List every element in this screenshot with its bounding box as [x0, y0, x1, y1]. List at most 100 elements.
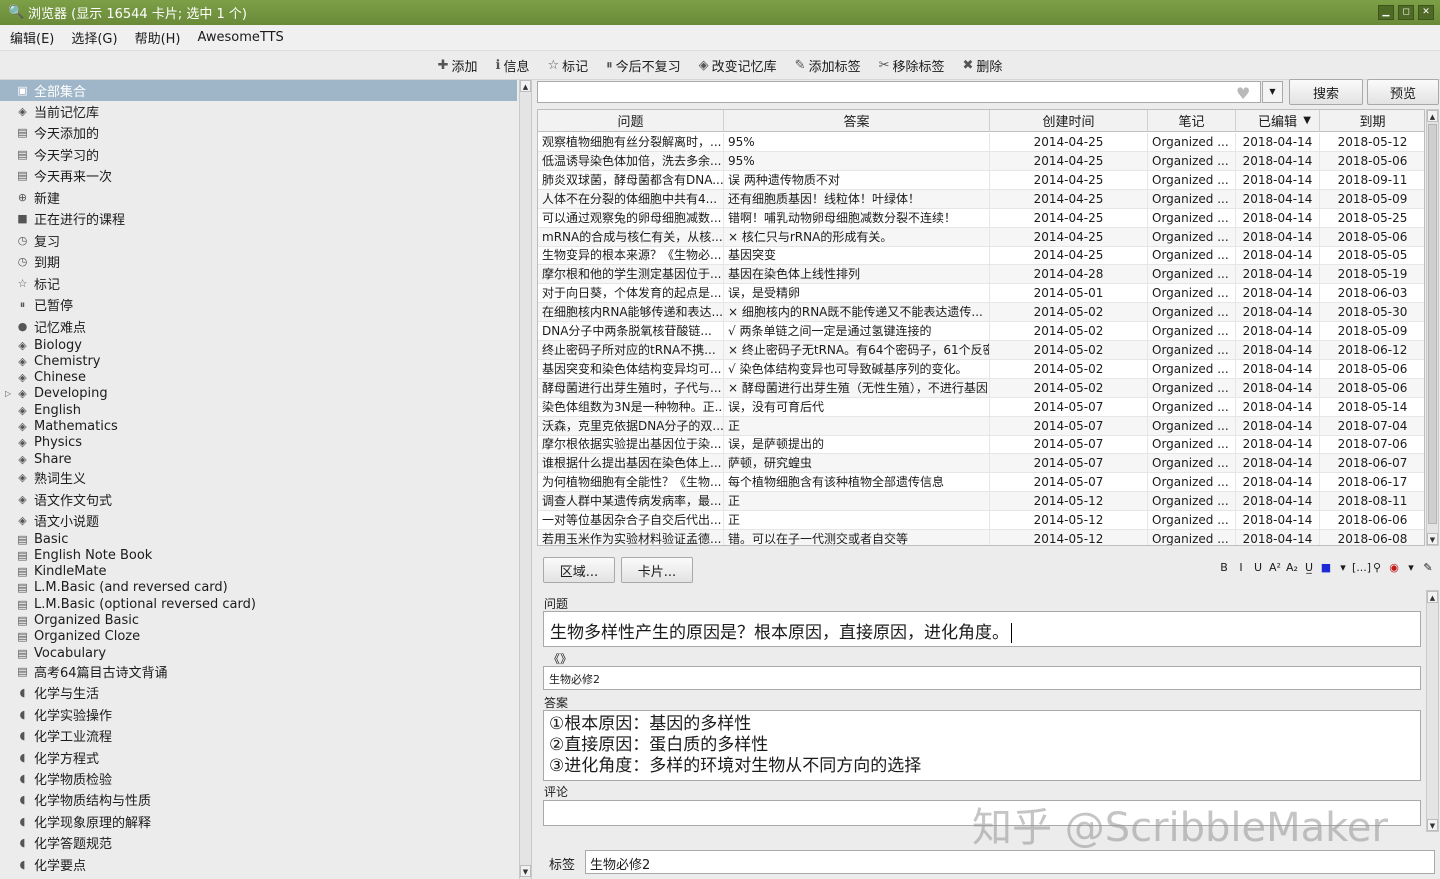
- sidebar-item[interactable]: ▷ ◈ Developing: [0, 386, 517, 402]
- subscript-icon[interactable]: A₂: [1284, 561, 1300, 574]
- attach-icon[interactable]: ⚲: [1369, 561, 1385, 574]
- menu-help[interactable]: 帮助(H): [135, 28, 181, 47]
- sidebar-item[interactable]: ▤ Organized Basic: [0, 613, 517, 629]
- column-header[interactable]: 笔记: [1148, 110, 1236, 132]
- table-row[interactable]: DNA分子中两条脱氧核苷酸链... √ 两条单链之间一定是通过氢键连接的 2014-…: [538, 322, 1424, 341]
- table-row[interactable]: 可以通过观察兔的卵母细胞减数... 错啊！哺乳动物卵母细胞减数分裂不连续！ 2014…: [538, 208, 1424, 228]
- table-row[interactable]: 观察植物细胞有丝分裂解离时，... 95% 2014-04-25 Organized …: [538, 133, 1424, 152]
- cloze-icon[interactable]: [...]: [1352, 561, 1371, 574]
- table-row[interactable]: 在细胞核内RNA能够传递和表达... × 细胞核内的RNA既不能传递又不能表达遗传…: [538, 303, 1424, 323]
- sidebar-item[interactable]: ▤ L.M.Basic (optional reversed card): [0, 596, 517, 612]
- toolbar-button-tag-add[interactable]: ✎ 添加标签: [795, 56, 861, 75]
- minimize-button[interactable]: ▁: [1378, 5, 1394, 20]
- table-row[interactable]: 酵母菌进行出芽生殖时，子代与... × 酵母菌进行出芽生殖（无性生殖），不进行基因…: [538, 378, 1424, 398]
- sidebar-item[interactable]: ◖ 化学物质结构与性质: [0, 789, 517, 810]
- sidebar-item[interactable]: ◖ 化学方程式: [0, 747, 517, 768]
- table-row[interactable]: 沃森，克里克依据DNA分子的双... 正 2014-05-07 Organized .…: [538, 416, 1424, 436]
- table-row[interactable]: 对于向日葵，个体发育的起点是... 误，是受精卵 2014-05-01 Organiz…: [538, 284, 1424, 304]
- sidebar-item[interactable]: ◈ Chinese: [0, 370, 517, 386]
- menu-edit[interactable]: 编辑(E): [10, 28, 54, 47]
- scroll-down-arrow-icon[interactable]: ▼: [520, 865, 531, 877]
- preview-button[interactable]: 预览: [1367, 79, 1439, 105]
- sidebar-item[interactable]: ◈ 语文作文句式: [0, 489, 517, 510]
- sidebar-item[interactable]: ▤ Organized Cloze: [0, 629, 517, 645]
- sidebar-item[interactable]: ▤ English Note Book: [0, 547, 517, 563]
- sidebar-item[interactable]: ◈ Physics: [0, 435, 517, 451]
- search-input[interactable]: [537, 81, 1261, 103]
- toolbar-button-tag-remove[interactable]: ✂ 移除标签: [879, 56, 945, 75]
- color-dropdown-icon[interactable]: ▾: [1335, 561, 1351, 574]
- scroll-up-arrow-icon[interactable]: ▲: [520, 80, 531, 92]
- sidebar-scrollbar[interactable]: ▲ ▼: [519, 80, 532, 879]
- sidebar-item[interactable]: ⊕ 新建: [0, 187, 517, 208]
- table-row[interactable]: 若用玉米作为实验材料验证孟德... 错。可以在子一代测交或者自交等 2014-05-…: [538, 529, 1424, 545]
- sidebar-item[interactable]: ⏸ 已暂停: [0, 294, 517, 315]
- sidebar-item[interactable]: ◈ English: [0, 402, 517, 418]
- close-button[interactable]: ✕: [1418, 5, 1434, 20]
- sidebar-item[interactable]: ▤ 今天添加的: [0, 122, 517, 143]
- sidebar-item[interactable]: ▤ 今天再来一次: [0, 165, 517, 186]
- menu-awesometts[interactable]: AwesomeTTS: [198, 30, 284, 45]
- toolbar-button-pause[interactable]: ⏸ 今后不复习: [606, 56, 681, 75]
- sidebar-item[interactable]: ▤ 高考64篇目古诗文背诵: [0, 661, 517, 682]
- bold-icon[interactable]: B: [1216, 561, 1232, 574]
- heart-icon[interactable]: ♥: [1236, 84, 1250, 103]
- sidebar-item[interactable]: ◖ 化学工业流程: [0, 725, 517, 746]
- sidebar-item[interactable]: ▣ 全部集合: [0, 80, 517, 101]
- search-button[interactable]: 搜索: [1289, 79, 1363, 105]
- fields-button[interactable]: 区域...: [543, 557, 615, 583]
- sidebar-item[interactable]: ◈ 当前记忆库: [0, 101, 517, 122]
- maximize-button[interactable]: ◻: [1398, 5, 1414, 20]
- table-row[interactable]: 调查人群中某遗传病发病率，最... 正 2014-05-12 Organized ..…: [538, 492, 1424, 512]
- source-field[interactable]: 生物必修2: [543, 666, 1421, 690]
- toolbar-button-delete[interactable]: ✖ 删除: [963, 56, 1003, 75]
- text-color-icon[interactable]: ■: [1318, 561, 1334, 574]
- sidebar-item[interactable]: ▤ 今天学习的: [0, 144, 517, 165]
- table-row[interactable]: 终止密码子所对应的tRNA不携... × 终止密码子无tRNA。有64个密码子，6…: [538, 340, 1424, 360]
- scroll-up-arrow-icon[interactable]: ▲: [1427, 591, 1438, 603]
- sidebar-item[interactable]: ◈ Share: [0, 451, 517, 467]
- sidebar-item[interactable]: ◈ Chemistry: [0, 353, 517, 369]
- menu-select[interactable]: 选择(G): [71, 28, 117, 47]
- sidebar-item[interactable]: ◈ 语文小说题: [0, 510, 517, 531]
- scroll-down-arrow-icon[interactable]: ▼: [1427, 533, 1438, 545]
- sidebar-item[interactable]: ◈ Biology: [0, 337, 517, 353]
- sidebar-item[interactable]: ▤ L.M.Basic (and reversed card): [0, 580, 517, 596]
- sidebar-item[interactable]: ◖ 化学实验操作: [0, 704, 517, 725]
- toolbar-button-star[interactable]: ☆ 标记: [547, 56, 588, 75]
- sidebar-item[interactable]: ▤ KindleMate: [0, 564, 517, 580]
- table-row[interactable]: 染色体组数为3N是一种物种。正... 误，没有可育后代 2014-05-07 Orga…: [538, 397, 1424, 417]
- table-row[interactable]: 为何植物细胞有全能性？《生物... 每个植物细胞含有该种植物全部遗传信息 2014-…: [538, 473, 1424, 493]
- table-row[interactable]: 谁根据什么提出基因在染色体上... 萨顿，研究蝗虫 2014-05-07 Organi…: [538, 454, 1424, 474]
- sidebar-item[interactable]: ☆ 标记: [0, 273, 517, 294]
- tags-input[interactable]: 生物必修2: [585, 850, 1435, 874]
- table-row[interactable]: 基因突变和染色体结构变异均可... √ 染色体结构变异也可导致碱基序列的变化。 20…: [538, 359, 1424, 379]
- answer-field[interactable]: ①根本原因：基因的多样性 ②直接原因：蛋白质的多样性 ③进化角度：多样的环境对生…: [543, 710, 1421, 781]
- table-scrollbar[interactable]: ▲ ▼: [1426, 109, 1439, 546]
- scroll-up-arrow-icon[interactable]: ▲: [1427, 110, 1438, 122]
- sidebar-item[interactable]: ▤ Basic: [0, 531, 517, 547]
- sidebar-item[interactable]: ◷ 复习: [0, 230, 517, 251]
- cards-button[interactable]: 卡片...: [621, 557, 693, 583]
- toolbar-button-deck[interactable]: ◈ 改变记忆库: [699, 56, 777, 75]
- record-icon[interactable]: ◉: [1386, 561, 1402, 574]
- italic-icon[interactable]: I: [1233, 561, 1249, 574]
- editor-scrollbar[interactable]: ▲ ▼: [1426, 590, 1439, 832]
- more-dropdown-icon[interactable]: ▾: [1403, 561, 1419, 574]
- underline-icon[interactable]: U: [1250, 561, 1266, 574]
- scroll-thumb[interactable]: [1428, 124, 1437, 524]
- table-row[interactable]: 生物变异的根本来源？《生物必... 基因突变 2014-04-25 Organized…: [538, 246, 1424, 266]
- question-field[interactable]: 生物多样性产生的原因是？根本原因，直接原因，进化角度。: [543, 611, 1421, 647]
- superscript-icon[interactable]: A²: [1267, 561, 1283, 574]
- sidebar-item[interactable]: ■ 正在进行的课程: [0, 208, 517, 229]
- sidebar-item[interactable]: ◖ 化学答题规范: [0, 832, 517, 853]
- column-header[interactable]: 创建时间: [990, 110, 1148, 132]
- sidebar-item[interactable]: ◷ 到期: [0, 251, 517, 272]
- sidebar-item[interactable]: ◈ 熟词生义: [0, 467, 517, 488]
- table-row[interactable]: 低温诱导染色体加倍，洗去多余... 95% 2014-04-25 Organized …: [538, 151, 1424, 171]
- column-header[interactable]: 已编辑 ▼: [1236, 110, 1320, 132]
- sidebar-item[interactable]: ● 记忆难点: [0, 316, 517, 337]
- column-header[interactable]: 问题: [538, 110, 724, 132]
- scroll-down-arrow-icon[interactable]: ▼: [1427, 819, 1438, 831]
- sidebar-item[interactable]: ◖ 化学现象原理的解释: [0, 811, 517, 832]
